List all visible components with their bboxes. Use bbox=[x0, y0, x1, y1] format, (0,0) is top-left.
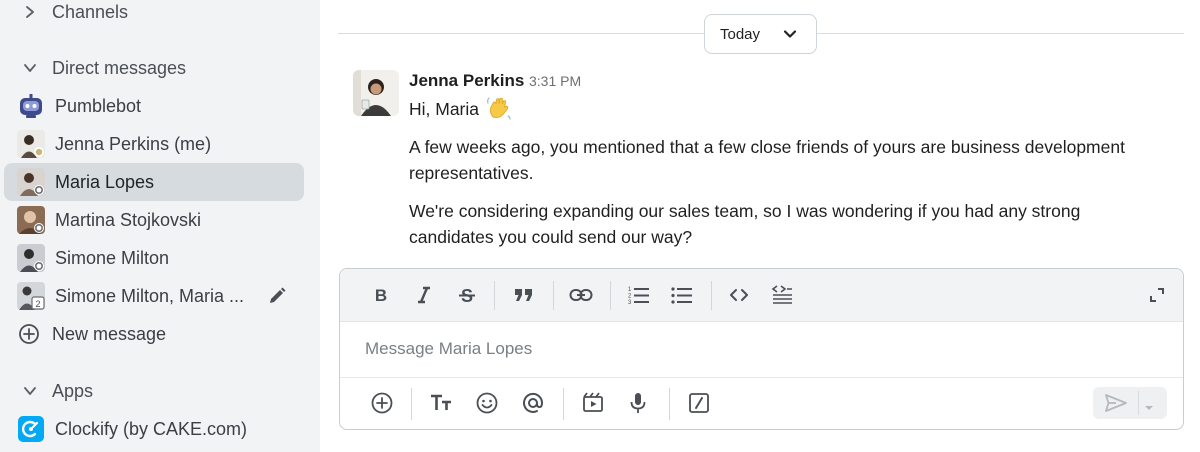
formatting-toolbar: B S 123 bbox=[340, 269, 1183, 322]
bullet-list-icon[interactable] bbox=[669, 282, 695, 308]
italic-icon[interactable] bbox=[411, 282, 437, 308]
direct-messages-section-toggle[interactable]: Direct messages bbox=[4, 49, 304, 87]
strikethrough-icon[interactable]: S bbox=[454, 282, 480, 308]
message-paragraph-1-line-1: A few weeks ago, you mentioned that a fe… bbox=[409, 137, 1125, 157]
new-message-button[interactable]: New message bbox=[4, 315, 304, 353]
ordered-list-icon[interactable]: 123 bbox=[626, 282, 652, 308]
clockify-icon bbox=[17, 415, 45, 443]
toolbar-divider bbox=[553, 281, 554, 310]
sidebar-item-jenna-perkins[interactable]: Jenna Perkins (me) bbox=[4, 125, 304, 163]
date-divider-label: Today bbox=[720, 25, 761, 43]
message-greeting: Hi, Maria bbox=[409, 99, 480, 119]
toolbar-divider bbox=[711, 281, 712, 310]
sidebar-item-maria-lopes[interactable]: Maria Lopes bbox=[4, 163, 304, 201]
channels-label: Channels bbox=[52, 1, 129, 22]
slash-command-icon[interactable] bbox=[686, 390, 712, 416]
toolbar-divider bbox=[411, 388, 412, 420]
svg-text:B: B bbox=[375, 286, 387, 304]
sidebar-item-clockify[interactable]: Clockify (by CAKE.com) bbox=[4, 410, 304, 448]
microphone-icon[interactable] bbox=[625, 390, 651, 416]
sidebar-item-label: Martina Stojkovski bbox=[55, 209, 202, 230]
user-avatar bbox=[17, 244, 45, 272]
conversation-panel: Today Jenna Perkins 3:31 PM Hi, Maria A … bbox=[320, 0, 1200, 452]
sidebar-item-label: Clockify (by CAKE.com) bbox=[55, 418, 248, 439]
apps-section-toggle[interactable]: Apps bbox=[4, 372, 304, 410]
toolbar-divider bbox=[563, 388, 564, 420]
group-avatar: 2 bbox=[17, 282, 45, 310]
message-author-name[interactable]: Jenna Perkins bbox=[409, 71, 524, 91]
message-input[interactable]: Message Maria Lopes bbox=[365, 339, 532, 359]
quote-icon[interactable] bbox=[511, 282, 537, 308]
code-block-icon[interactable] bbox=[769, 282, 795, 308]
direct-messages-label: Direct messages bbox=[52, 57, 187, 78]
bold-icon[interactable]: B bbox=[368, 282, 394, 308]
text-format-icon[interactable] bbox=[428, 390, 454, 416]
chevron-right-icon bbox=[18, 0, 42, 24]
message-paragraph-1-line-2: representatives. bbox=[409, 163, 534, 183]
message-paragraph-2-line-2: candidates you could send our way? bbox=[409, 227, 693, 247]
pencil-icon[interactable] bbox=[266, 285, 288, 307]
sidebar-item-label: Pumblebot bbox=[55, 95, 142, 116]
toolbar-divider bbox=[494, 281, 495, 310]
svg-text:2: 2 bbox=[35, 299, 40, 309]
send-button-group bbox=[1093, 387, 1167, 419]
sidebar-item-pumblebot[interactable]: Pumblebot bbox=[4, 87, 304, 125]
video-clip-icon[interactable] bbox=[580, 390, 606, 416]
user-avatar bbox=[17, 168, 45, 196]
caret-down-icon[interactable] bbox=[1143, 399, 1155, 417]
svg-text:1: 1 bbox=[628, 287, 632, 293]
plus-circle-icon bbox=[16, 320, 44, 348]
sidebar-item-label: Simone Milton, Maria ... bbox=[55, 285, 245, 306]
message-timestamp: 3:31 PM bbox=[529, 73, 582, 89]
user-avatar bbox=[17, 130, 45, 158]
waving-hand-icon bbox=[486, 95, 512, 121]
bot-avatar-icon bbox=[17, 92, 45, 120]
chevron-down-icon bbox=[18, 56, 42, 80]
toolbar-divider bbox=[610, 281, 611, 310]
sidebar-item-label: Simone Milton bbox=[55, 247, 170, 268]
svg-text:2: 2 bbox=[628, 294, 632, 300]
message-composer: B S 123 Message Maria Lopes bbox=[339, 268, 1184, 430]
emoji-icon[interactable] bbox=[474, 390, 500, 416]
sidebar-item-label: Maria Lopes bbox=[55, 171, 155, 192]
expand-icon[interactable] bbox=[1144, 282, 1170, 308]
apps-label: Apps bbox=[52, 380, 94, 401]
composer-actions-bar bbox=[340, 377, 1183, 429]
sidebar-item-group-dm[interactable]: 2 Simone Milton, Maria ... bbox=[4, 277, 304, 315]
chevron-down-icon bbox=[18, 379, 42, 403]
toolbar-divider bbox=[669, 388, 670, 420]
channels-section-toggle[interactable]: Channels bbox=[4, 0, 304, 31]
send-divider bbox=[1138, 391, 1139, 415]
mention-icon[interactable] bbox=[520, 390, 546, 416]
link-icon[interactable] bbox=[568, 282, 594, 308]
sidebar-item-martina-stojkovski[interactable]: Martina Stojkovski bbox=[4, 201, 304, 239]
message-author-avatar[interactable] bbox=[353, 70, 399, 116]
date-divider-button[interactable]: Today bbox=[704, 14, 817, 54]
chevron-down-icon bbox=[782, 26, 798, 46]
svg-text:3: 3 bbox=[628, 300, 632, 305]
send-icon[interactable] bbox=[1103, 391, 1129, 415]
sidebar: Channels Direct messages Pumblebot Jenna… bbox=[0, 0, 320, 452]
user-avatar bbox=[17, 206, 45, 234]
code-icon[interactable] bbox=[726, 282, 752, 308]
message-paragraph-2-line-1: We're considering expanding our sales te… bbox=[409, 201, 1081, 221]
sidebar-item-label: Jenna Perkins (me) bbox=[55, 133, 212, 154]
new-message-label: New message bbox=[52, 323, 167, 344]
add-attachment-icon[interactable] bbox=[369, 390, 395, 416]
sidebar-item-simone-milton[interactable]: Simone Milton bbox=[4, 239, 304, 277]
